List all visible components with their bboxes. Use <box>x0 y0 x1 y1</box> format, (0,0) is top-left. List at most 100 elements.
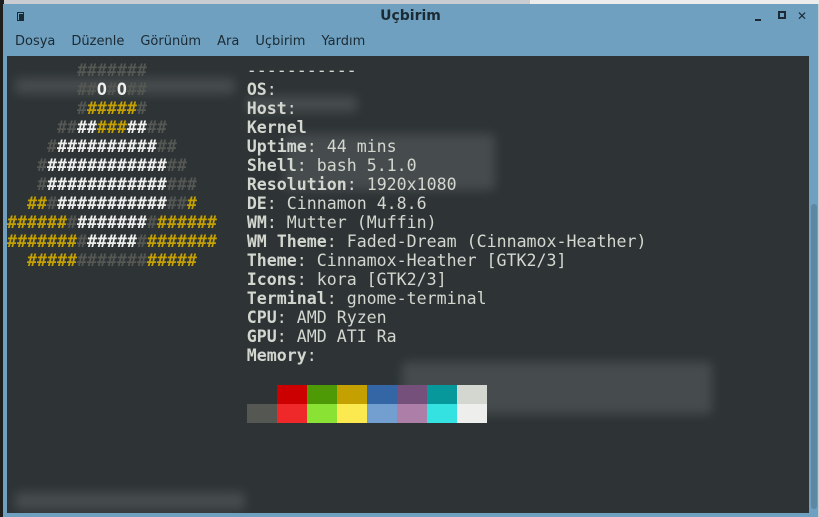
info-value: 44 mins <box>326 137 397 156</box>
ascii-art-segment: ### <box>166 175 197 194</box>
ascii-art-segment: ## <box>126 80 147 99</box>
minimize-button[interactable] <box>753 10 765 22</box>
info-label: Host <box>246 99 287 118</box>
output-line: ############### Shell: bash 5.1.0 <box>7 156 646 175</box>
color-swatch <box>427 404 457 423</box>
ascii-art-segment: # <box>46 137 57 156</box>
ascii-art-segment: O <box>96 80 107 99</box>
ascii-art-segment: # <box>136 99 147 118</box>
ascii-art-segment: ##### <box>86 99 137 118</box>
output-line: ####### ----------- <box>7 61 646 80</box>
ascii-art-segment: O <box>116 80 127 99</box>
menu-ara[interactable]: Ara <box>209 32 247 52</box>
info-label: DE <box>246 194 267 213</box>
ascii-art-segment: ## <box>166 194 187 213</box>
color-swatch <box>397 404 427 423</box>
ascii-art-segment: ##### <box>26 251 77 270</box>
color-swatch <box>457 404 487 423</box>
palette-row-bright <box>247 404 487 423</box>
ascii-art-segment: ####### <box>7 232 77 251</box>
output-line: ####### Host: <box>7 99 646 118</box>
ascii-art-segment: ## <box>166 156 187 175</box>
output-line: Memory: <box>7 346 646 365</box>
info-label: Theme <box>246 251 297 270</box>
info-colon: : <box>266 213 287 232</box>
output-line: ##O#O## OS: <box>7 80 646 99</box>
info-label: Shell <box>246 156 297 175</box>
ascii-space <box>7 118 57 137</box>
info-colon: : <box>296 156 317 175</box>
output-line: ########### Kernel <box>7 118 646 137</box>
color-swatch <box>397 385 427 404</box>
output-line: ##################### WM Theme: Faded-Dr… <box>7 232 646 251</box>
info-colon: : <box>296 270 317 289</box>
palette-row-normal <box>247 385 487 404</box>
info-label: Icons <box>246 270 297 289</box>
ascii-art-segment: ## <box>156 137 177 156</box>
ascii-art-segment: ############ <box>46 175 167 194</box>
output-line: GPU: AMD ATI Ra <box>7 327 646 346</box>
color-swatch <box>337 404 367 423</box>
info-label: CPU <box>246 308 277 327</box>
ascii-art-segment: # <box>76 99 87 118</box>
output-line: Terminal: gnome-terminal <box>7 289 646 308</box>
ascii-art-segment: # <box>36 156 47 175</box>
ascii-art-segment: ## <box>76 80 97 99</box>
ascii-art-segment: # <box>146 213 157 232</box>
color-palette <box>247 385 487 423</box>
maximize-button[interactable] <box>776 10 788 22</box>
ascii-art-segment: ########### <box>56 194 167 213</box>
redacted-next-prompt <box>15 492 245 510</box>
title-bar[interactable]: Uçbirim ✕ <box>3 4 818 30</box>
info-colon: : <box>306 137 327 156</box>
color-swatch <box>337 385 367 404</box>
ascii-art-segment: ###### <box>7 213 67 232</box>
info-label: OS <box>246 80 267 99</box>
info-value: bash 5.1.0 <box>316 156 417 175</box>
ascii-art-segment: # <box>106 80 117 99</box>
output-line: ################# DE: Cinnamon 4.8.6 <box>7 194 646 213</box>
info-value: Faded-Dream (Cinnamox-Heather) <box>346 232 647 251</box>
ascii-art-segment: ## <box>126 118 147 137</box>
ascii-art-segment: ####### <box>76 213 147 232</box>
ascii-art-segment: ## <box>146 118 167 137</box>
ascii-space <box>7 80 77 99</box>
menu-yardim[interactable]: Yardım <box>313 32 373 52</box>
color-swatch <box>307 385 337 404</box>
menu-duzenle[interactable]: Düzenle <box>63 32 132 52</box>
ascii-art-segment: # <box>186 194 197 213</box>
ascii-art-segment: # <box>66 213 77 232</box>
info-label: GPU <box>246 327 277 346</box>
menu-ucbirim[interactable]: Uçbirim <box>247 32 313 52</box>
output-line: CPU: AMD Ryzen <box>7 308 646 327</box>
info-colon: : <box>326 232 347 251</box>
info-colon: : <box>266 80 287 99</box>
info-label: Resolution <box>246 175 347 194</box>
ascii-art-segment: ##### <box>86 232 137 251</box>
info-value: AMD ATI Ra <box>296 327 397 346</box>
ascii-space <box>7 156 37 175</box>
close-button[interactable]: ✕ <box>796 10 808 22</box>
color-swatch <box>367 404 397 423</box>
output-line: ################# Theme: Cinnamox-Heathe… <box>7 251 646 270</box>
info-value: Cinnamox-Heather [GTK2/3] <box>316 251 567 270</box>
color-swatch <box>307 404 337 423</box>
menu-dosya[interactable]: Dosya <box>7 32 63 52</box>
menu-gorunum[interactable]: Görünüm <box>132 32 209 52</box>
ascii-art-segment: ####### <box>76 251 147 270</box>
color-swatch <box>367 385 397 404</box>
ascii-art-segment: ####### <box>146 232 217 251</box>
scrollbar-thumb[interactable] <box>811 204 817 509</box>
terminal-window: Uçbirim ✕ Dosya Düzenle Görünüm Ara Uçbi… <box>3 4 818 517</box>
color-swatch <box>277 385 307 404</box>
scrollbar[interactable] <box>810 56 818 513</box>
info-value: gnome-terminal <box>346 289 487 308</box>
ascii-art-segment: # <box>36 175 47 194</box>
ascii-art-segment: ####### <box>76 61 147 80</box>
info-colon: : <box>276 308 297 327</box>
info-value: kora [GTK2/3] <box>316 270 447 289</box>
separator: ----------- <box>246 61 357 80</box>
info-label: WM Theme <box>246 232 327 251</box>
ascii-space <box>7 99 77 118</box>
info-label: Terminal <box>246 289 327 308</box>
